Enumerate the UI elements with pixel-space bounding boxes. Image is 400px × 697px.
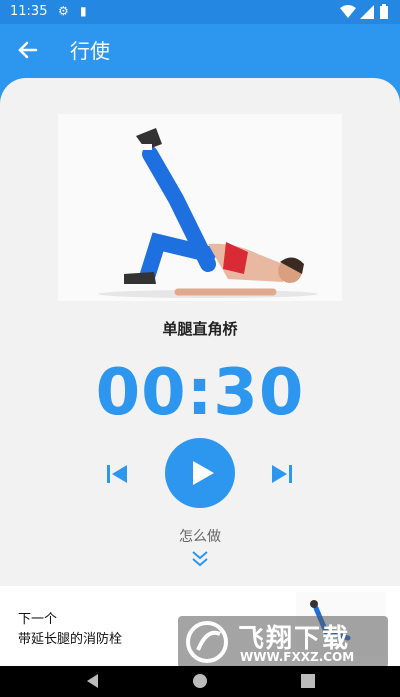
skip-previous-icon bbox=[107, 465, 127, 483]
play-icon bbox=[193, 461, 214, 485]
next-exercise-name: 带延长腿的消防栓 bbox=[18, 632, 123, 647]
signal-icon bbox=[360, 5, 374, 19]
back-button[interactable] bbox=[14, 36, 42, 64]
watermark: 飞翔下载 WWW.FXXZ.COM bbox=[178, 616, 388, 668]
sd-card-icon: ▮ bbox=[80, 4, 87, 18]
exercise-image bbox=[58, 114, 342, 301]
skip-next-icon bbox=[272, 465, 292, 483]
exercise-card: 单腿直角桥 00:30 怎么做 bbox=[0, 78, 400, 586]
app-bar: 行使 bbox=[0, 24, 400, 80]
next-button[interactable] bbox=[268, 460, 296, 488]
page-title: 行使 bbox=[70, 39, 110, 63]
countdown-timer: 00:30 bbox=[95, 356, 305, 430]
watermark-url: WWW.FXXZ.COM bbox=[240, 650, 355, 664]
battery-icon bbox=[380, 4, 388, 19]
previous-button[interactable] bbox=[103, 460, 131, 488]
nav-home-icon[interactable] bbox=[192, 673, 208, 689]
nav-recents-icon[interactable] bbox=[300, 673, 316, 689]
nav-back-icon[interactable] bbox=[85, 673, 101, 689]
status-time: 11:35 bbox=[10, 4, 48, 19]
chevron-double-down-icon[interactable] bbox=[188, 549, 212, 569]
how-to-link[interactable]: 怎么做 bbox=[0, 526, 400, 546]
gear-icon: ⚙ bbox=[58, 4, 69, 18]
next-label: 下一个 bbox=[18, 612, 58, 627]
system-nav-bar bbox=[0, 666, 400, 697]
exercise-name: 单腿直角桥 bbox=[162, 320, 238, 338]
play-button[interactable] bbox=[165, 438, 235, 508]
arrow-left-icon bbox=[18, 41, 38, 59]
status-bar: 11:35 ⚙ ▮ bbox=[0, 0, 400, 24]
watermark-logo-icon bbox=[186, 621, 228, 663]
wifi-icon bbox=[340, 5, 356, 18]
